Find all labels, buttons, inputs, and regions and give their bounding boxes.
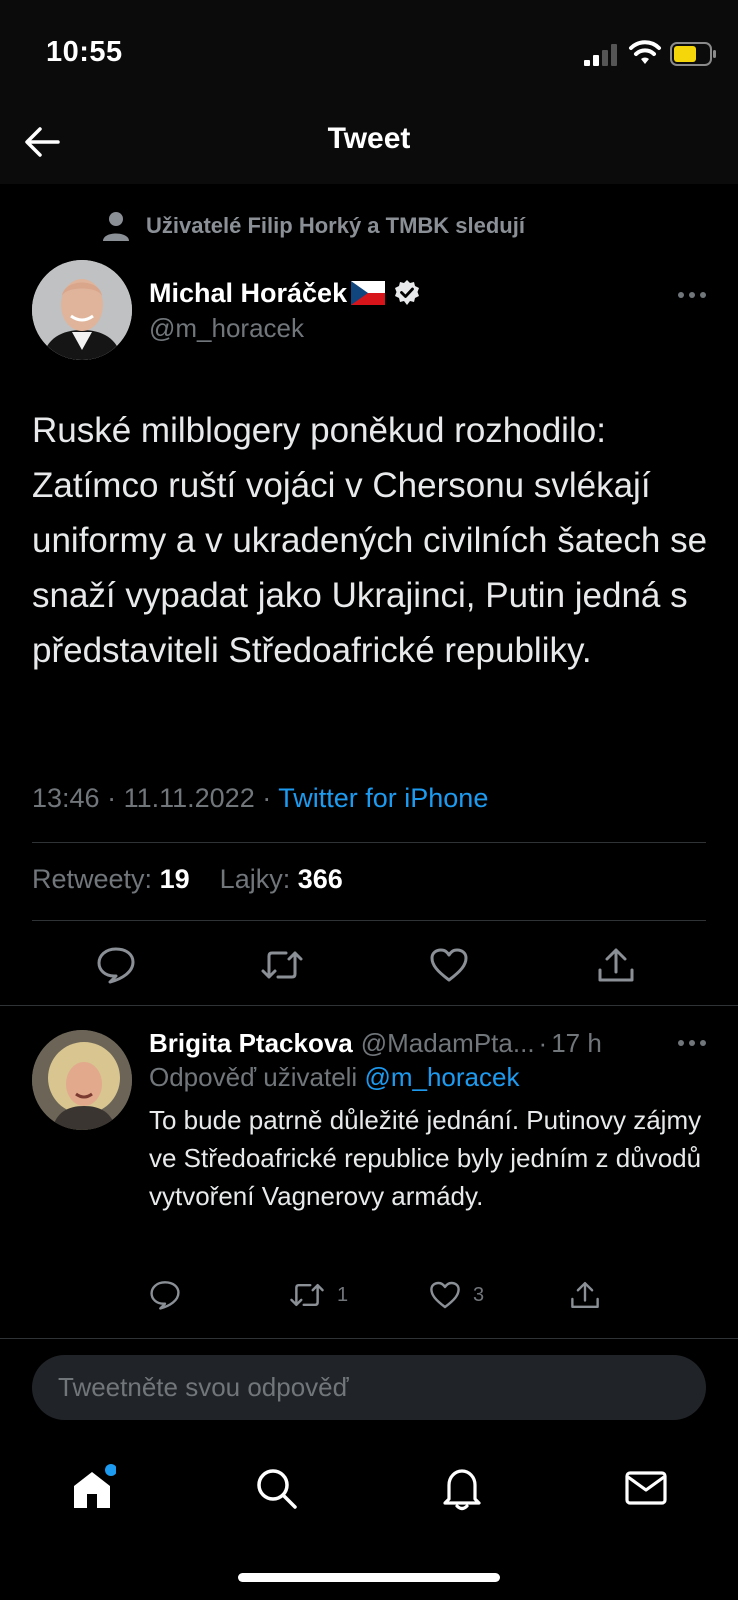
- reply-to-label: Odpověď uživateli: [149, 1062, 358, 1092]
- reply-compose-input[interactable]: [56, 1371, 680, 1404]
- wifi-icon: [629, 40, 661, 64]
- reply-retweet-count: 1: [337, 1283, 349, 1306]
- reply-more-options-button[interactable]: [672, 1028, 712, 1058]
- tweet-actions: [32, 935, 706, 995]
- reply-header: Brigita Ptackova @MadamPta... · 17 h: [149, 1025, 709, 1061]
- comment-icon: [150, 1281, 180, 1310]
- author-name[interactable]: Michal Horáček: [149, 278, 347, 309]
- tweet-time: 13:46: [32, 783, 100, 813]
- tweet-text: Ruské milblogery poněkud rozhodilo: Zatí…: [32, 411, 708, 670]
- reply-like-button[interactable]: 3: [429, 1277, 484, 1313]
- tweet-stats: Retweety: 19 Lajky: 366: [32, 864, 343, 895]
- follow-context: Uživatelé Filip Horký a TMBK sledují: [100, 206, 525, 246]
- reply-comment-button[interactable]: [149, 1277, 181, 1313]
- separator: ·: [538, 1027, 548, 1058]
- reply-to-context: Odpověď uživateli @m_horacek: [149, 1062, 519, 1093]
- reply-author-handle[interactable]: @MadamPta...: [361, 1028, 535, 1059]
- avatar-image: [32, 1030, 132, 1130]
- likes-label: Lajky:: [219, 864, 291, 894]
- divider: [32, 842, 706, 843]
- verified-badge-icon: [395, 280, 420, 305]
- retweet-icon: [290, 1283, 324, 1307]
- czech-flag-icon: [351, 281, 386, 305]
- home-icon: [74, 1464, 116, 1508]
- share-icon: [598, 948, 634, 982]
- reply-time: 17 h: [551, 1027, 602, 1058]
- reply-to-handle-link[interactable]: @m_horacek: [364, 1062, 519, 1092]
- likes-count[interactable]: 366: [298, 864, 343, 894]
- reply-like-count: 3: [473, 1283, 485, 1306]
- cellular-signal-icon: [584, 44, 617, 66]
- divider: [32, 920, 706, 921]
- share-icon: [571, 1281, 599, 1309]
- avatar[interactable]: [32, 260, 132, 360]
- divider: [0, 1338, 738, 1339]
- tweet-date: 11.11.2022: [123, 783, 255, 813]
- mail-icon: [625, 1471, 667, 1505]
- search-icon: [257, 1469, 297, 1509]
- tweet-meta: 13:46 · 11.11.2022 · Twitter for iPhone: [32, 783, 488, 814]
- reply-button[interactable]: [94, 943, 138, 987]
- like-button[interactable]: [427, 943, 471, 987]
- tab-messages[interactable]: [618, 1460, 674, 1516]
- person-icon: [103, 212, 129, 241]
- heart-icon: [430, 1281, 460, 1309]
- reply-avatar[interactable]: [32, 1030, 132, 1130]
- page-title: Tweet: [327, 122, 411, 155]
- divider: [0, 1005, 738, 1006]
- separator: ·: [107, 783, 124, 813]
- tweet-source-link[interactable]: Twitter for iPhone: [278, 783, 488, 813]
- avatar-image: [32, 260, 132, 360]
- reply-compose-box[interactable]: [32, 1355, 706, 1420]
- status-time: 10:55: [46, 36, 123, 68]
- follow-context-text: Uživatelé Filip Horký a TMBK sledují: [146, 213, 525, 238]
- share-button[interactable]: [594, 943, 638, 987]
- author-name-row[interactable]: Michal Horáček: [149, 275, 421, 311]
- tab-search[interactable]: [248, 1460, 304, 1516]
- bell-icon: [443, 1469, 481, 1511]
- reply-retweet-button[interactable]: 1: [289, 1277, 348, 1313]
- reply-text: To bude patrně důležité jednání. Putinov…: [149, 1105, 702, 1211]
- tab-home[interactable]: [64, 1460, 120, 1516]
- heart-icon: [430, 948, 468, 982]
- reply-actions: 1 3: [149, 1277, 709, 1317]
- reply-author-name[interactable]: Brigita Ptackova: [149, 1028, 353, 1059]
- separator: ·: [262, 783, 279, 813]
- retweet-button[interactable]: [260, 943, 304, 987]
- more-horizontal-icon: [678, 292, 706, 298]
- more-horizontal-icon: [678, 1040, 706, 1046]
- battery-icon: [670, 42, 716, 66]
- comment-icon: [97, 947, 135, 984]
- tab-notifications[interactable]: [434, 1460, 490, 1516]
- retweets-count[interactable]: 19: [160, 864, 190, 894]
- home-indicator[interactable]: [238, 1573, 500, 1582]
- author-handle[interactable]: @m_horacek: [149, 313, 304, 344]
- retweet-icon: [261, 951, 303, 979]
- more-options-button[interactable]: [672, 280, 712, 310]
- retweets-label: Retweety:: [32, 864, 153, 894]
- reply-share-button[interactable]: [569, 1277, 601, 1313]
